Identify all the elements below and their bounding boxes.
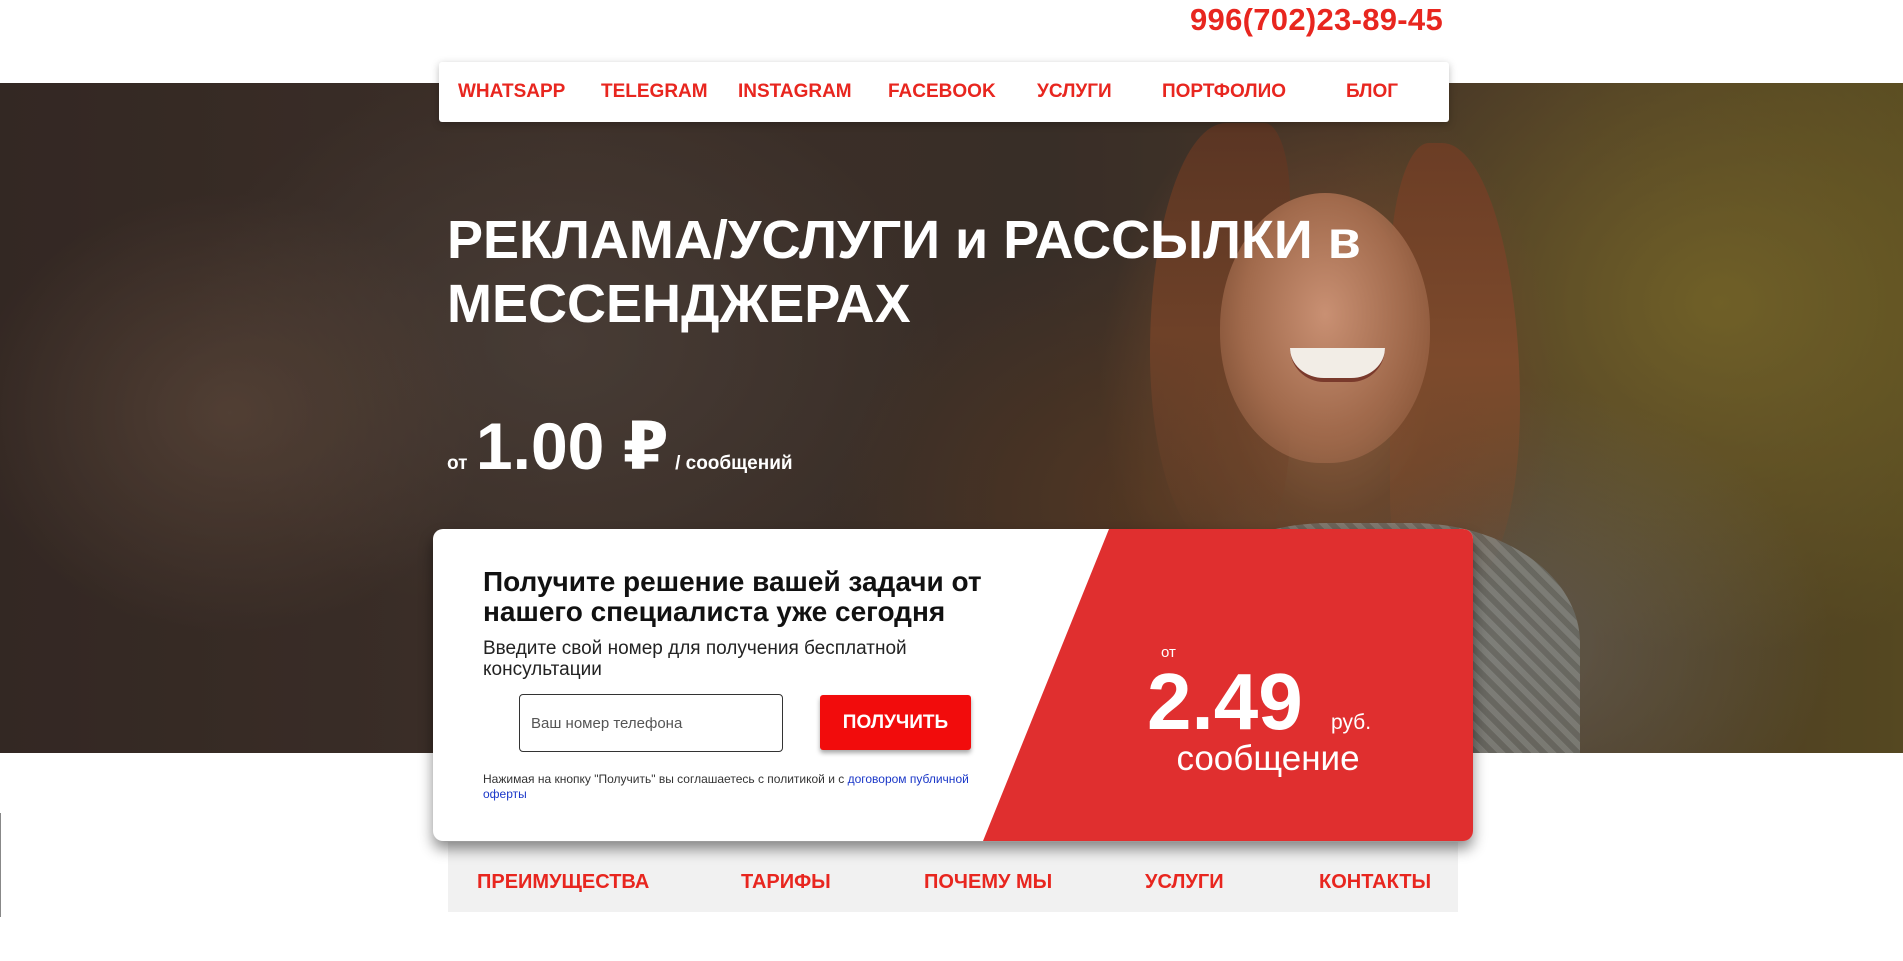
hero-price-prefix: от [447, 453, 468, 474]
hero-price-value: 1.00 ₽ [475, 409, 669, 483]
lead-form-subtitle: Введите свой номер для получения бесплат… [483, 638, 907, 680]
promo-price: 2.49 [1147, 657, 1303, 746]
section-navigation: ПРЕИМУЩЕСТВА ТАРИФЫ ПОЧЕМУ МЫ УСЛУГИ КОН… [448, 842, 1458, 912]
section-nav-advantages[interactable]: ПРЕИМУЩЕСТВА [477, 842, 649, 912]
section-nav-contacts[interactable]: КОНТАКТЫ [1319, 842, 1431, 912]
section-nav-services[interactable]: УСЛУГИ [1145, 842, 1224, 912]
nav-blog[interactable]: БЛОГ [1346, 62, 1398, 122]
left-edge-divider [0, 813, 1, 917]
nav-whatsapp[interactable]: WHATSAPP [458, 62, 565, 122]
nav-services[interactable]: УСЛУГИ [1037, 62, 1112, 122]
nav-portfolio[interactable]: ПОРТФОЛИО [1162, 62, 1286, 122]
hero-headline: РЕКЛАМА/УСЛУГИ и РАССЫЛКИ в МЕССЕНДЖЕРАХ [447, 210, 1361, 334]
hero-price: от 1.00 ₽ / сообщений [447, 408, 793, 485]
nav-facebook[interactable]: FACEBOOK [888, 62, 996, 122]
get-button[interactable]: ПОЛУЧИТЬ [820, 695, 971, 750]
consent-disclaimer: Нажимая на кнопку "Получить" вы соглашае… [483, 772, 993, 802]
section-nav-tariffs[interactable]: ТАРИФЫ [741, 842, 831, 912]
nav-telegram[interactable]: TELEGRAM [601, 62, 708, 122]
promo-per-message: сообщение [1176, 739, 1360, 778]
lead-form-title: Получите решение вашей задачи от нашего … [483, 566, 982, 627]
lead-form-card: Получите решение вашей задачи от нашего … [433, 529, 1473, 841]
hero-price-unit: / сообщений [675, 453, 793, 474]
header-phone[interactable]: 996(702)23-89-45 [1190, 2, 1443, 38]
top-navigation: WHATSAPP TELEGRAM INSTAGRAM FACEBOOK УСЛ… [439, 62, 1449, 122]
phone-number-input[interactable] [519, 694, 783, 752]
consent-text: Нажимая на кнопку "Получить" вы соглашае… [483, 772, 848, 786]
section-nav-why-us[interactable]: ПОЧЕМУ МЫ [924, 842, 1052, 912]
nav-instagram[interactable]: INSTAGRAM [738, 62, 852, 122]
promo-unit: руб. [1331, 711, 1372, 734]
